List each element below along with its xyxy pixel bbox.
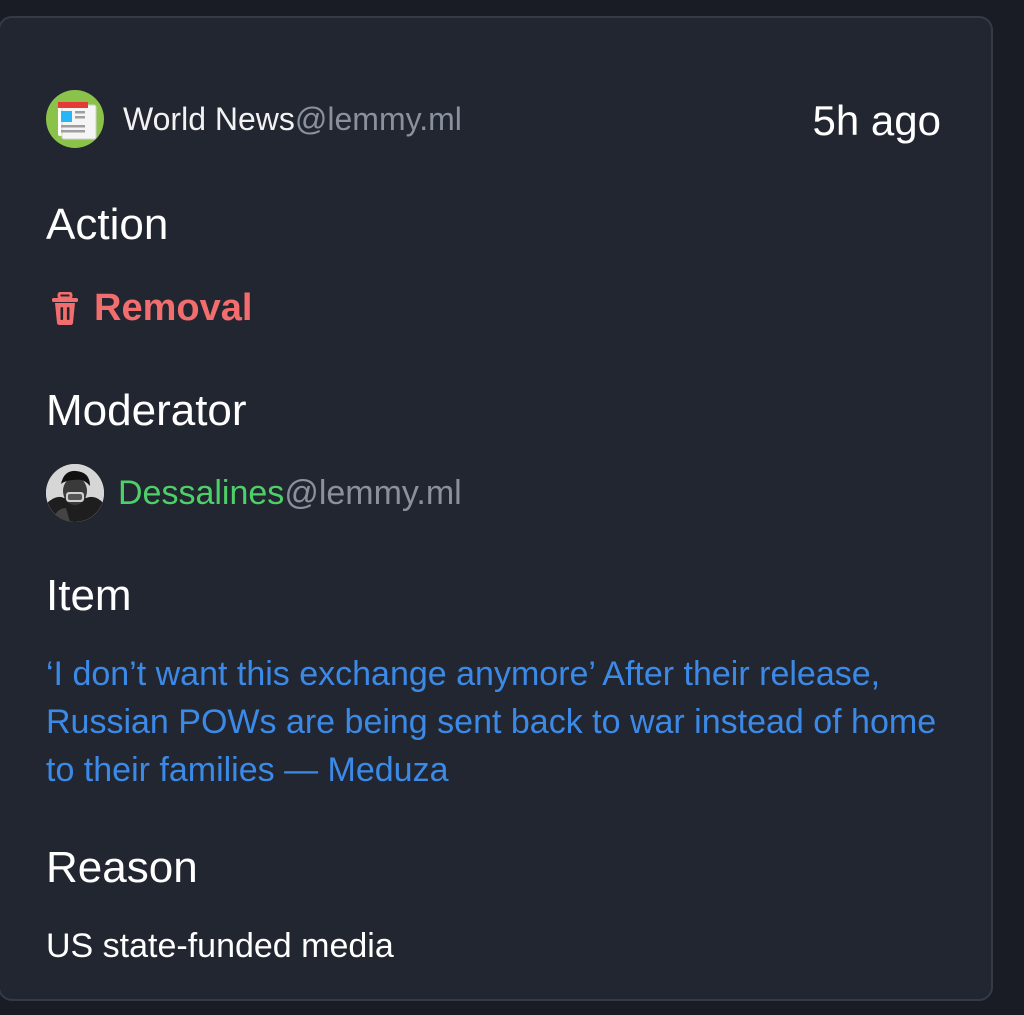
action-label: Removal <box>94 287 253 329</box>
moderator-avatar[interactable] <box>46 464 104 522</box>
moderator-name: Dessalines <box>118 474 285 512</box>
community-name: World News <box>123 101 295 137</box>
moderator-heading: Moderator <box>46 386 247 435</box>
reason-heading: Reason <box>46 843 198 892</box>
moderator-link[interactable]: Dessalines@lemmy.ml <box>118 472 462 514</box>
action-heading: Action <box>46 200 169 249</box>
reason-text: US state-funded media <box>46 927 394 965</box>
community-instance: @lemmy.ml <box>294 101 462 137</box>
modlog-entry-card: World News@lemmy.ml 5h ago Action Remova… <box>0 16 993 1001</box>
timestamp: 5h ago <box>812 97 941 144</box>
entry-header: World News@lemmy.ml 5h ago <box>46 90 941 150</box>
item-heading: Item <box>46 571 132 620</box>
community-link[interactable]: World News@lemmy.ml <box>123 99 462 139</box>
moderator-instance: @lemmy.ml <box>284 474 462 512</box>
trash-icon <box>52 292 78 325</box>
community-avatar[interactable] <box>46 90 104 148</box>
newspaper-icon <box>58 102 97 140</box>
item-link[interactable]: ‘I don’t want this exchange anymore’ Aft… <box>46 650 966 794</box>
moderator-photo <box>46 464 104 522</box>
